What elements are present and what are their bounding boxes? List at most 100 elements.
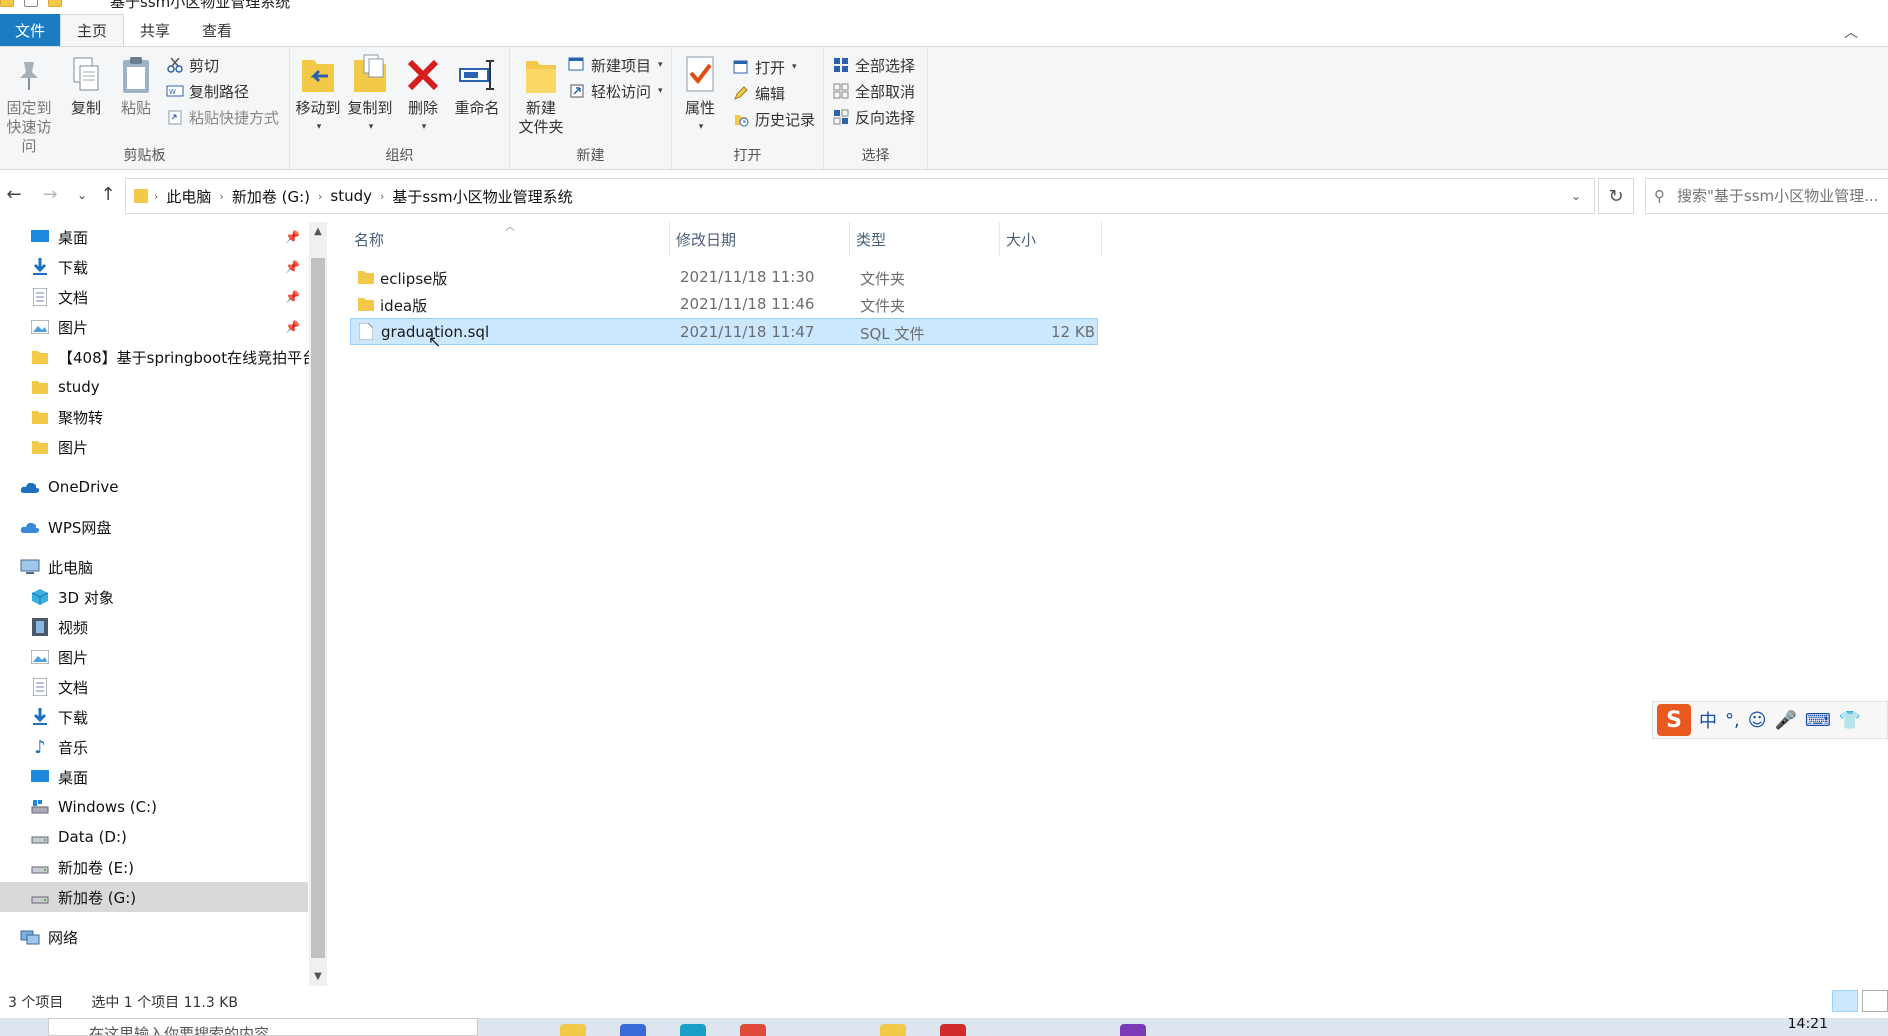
rename-button[interactable]: 重命名: [450, 53, 504, 118]
nav-item-folder[interactable]: 聚物转: [0, 402, 308, 432]
nav-item-wps-drive[interactable]: WPS网盘: [0, 512, 308, 542]
scroll-up-icon[interactable]: ▲: [309, 226, 327, 237]
breadcrumb-study[interactable]: study: [324, 187, 378, 205]
app2-taskbar-icon[interactable]: [940, 1024, 966, 1036]
select-all-button[interactable]: 全部选择: [832, 53, 915, 77]
history-button[interactable]: 历史记录: [732, 107, 815, 131]
nav-item-pictures-folder[interactable]: 图片: [0, 432, 308, 462]
nav-item-this-pc[interactable]: 此电脑: [0, 552, 308, 582]
column-header-name[interactable]: 名称: [350, 222, 670, 256]
nav-item-documents[interactable]: 文档 📌: [0, 282, 308, 312]
explorer-active-taskbar-icon[interactable]: [880, 1024, 906, 1036]
nav-item-pc-desktop[interactable]: 桌面: [0, 762, 308, 792]
paste-shortcut-button[interactable]: 粘贴快捷方式: [166, 105, 279, 129]
refresh-icon[interactable]: ↻: [1598, 178, 1634, 214]
skin-icon[interactable]: 👕: [1839, 710, 1861, 731]
tab-view[interactable]: 查看: [186, 14, 248, 46]
file-row-graduation-sql[interactable]: graduation.sql 2021/11/18 11:47 SQL 文件 1…: [350, 318, 1098, 345]
large-icons-view-icon[interactable]: [1862, 990, 1888, 1012]
windows-drive-icon: [30, 798, 50, 816]
nav-item-drive-e[interactable]: 新加卷 (E:): [0, 852, 308, 882]
group-label-clipboard: 剪贴板: [123, 148, 166, 164]
sogou-logo-icon: S: [1657, 704, 1691, 736]
nav-item-recent-folder[interactable]: 【408】基于springboot在线竞拍平台: [0, 342, 310, 372]
file-list: ︿ 名称 修改日期 类型 大小 eclipse版 2021/11/18 11:3…: [350, 222, 1888, 986]
easy-access-button[interactable]: 轻松访问 ▾: [568, 79, 663, 103]
edit-button[interactable]: 编辑: [732, 81, 785, 105]
recent-locations-chevron-icon[interactable]: ⌄: [70, 188, 94, 202]
column-header-date[interactable]: 修改日期: [672, 222, 850, 256]
nav-item-videos[interactable]: 视频: [0, 612, 308, 642]
address-dropdown-icon[interactable]: ⌄: [1558, 179, 1594, 213]
nav-item-drive-d[interactable]: Data (D:): [0, 822, 308, 852]
breadcrumb-current-folder[interactable]: 基于ssm小区物业管理系统: [386, 186, 578, 207]
new-folder-button[interactable]: 新建 文件夹: [514, 53, 568, 137]
new-item-button[interactable]: 新建项目 ▾: [568, 53, 663, 77]
nav-item-network[interactable]: 网络: [0, 922, 308, 952]
taskbar-clock[interactable]: 14:21: [1788, 1018, 1828, 1032]
scrollbar-thumb[interactable]: [311, 258, 325, 958]
properties-icon[interactable]: [24, 0, 38, 7]
chevron-up-icon[interactable]: ︿: [1844, 22, 1858, 42]
select-none-button[interactable]: 全部取消: [832, 79, 915, 103]
open-button[interactable]: 打开 ▾: [732, 55, 797, 79]
nav-item-downloads[interactable]: 下载 📌: [0, 252, 308, 282]
cut-button[interactable]: 剪切: [166, 53, 219, 77]
pin-to-quick-access-button[interactable]: 固定到 快速访问: [2, 53, 56, 156]
nav-item-pc-downloads[interactable]: 下载: [0, 702, 308, 732]
search-box[interactable]: ⚲: [1645, 178, 1888, 214]
nav-pane-scrollbar[interactable]: ▲ ▼: [309, 222, 327, 986]
punctuation-icon[interactable]: °,: [1725, 710, 1740, 731]
taskbar-search-box[interactable]: 在这里输入你要搜索的内容: [48, 1018, 478, 1036]
nav-item-music[interactable]: ♪ 音乐: [0, 732, 308, 762]
up-arrow-icon[interactable]: ↑: [96, 184, 120, 205]
properties-button[interactable]: 属性 ▾: [676, 53, 724, 137]
nav-item-3d-objects[interactable]: 3D 对象: [0, 582, 308, 612]
search-input[interactable]: [1677, 187, 1888, 205]
scroll-down-icon[interactable]: ▼: [309, 971, 327, 982]
paste-button[interactable]: 粘贴: [114, 53, 158, 118]
nav-item-drive-c[interactable]: Windows (C:): [0, 792, 308, 822]
copy-to-button[interactable]: 复制到 ▾: [346, 53, 394, 137]
pin-icon: 📌: [285, 230, 300, 244]
app-taskbar-icon[interactable]: [620, 1024, 646, 1036]
forward-arrow-icon[interactable]: →: [38, 184, 62, 205]
address-bar[interactable]: › 此电脑 › 新加卷 (G:) › study › 基于ssm小区物业管理系统…: [125, 178, 1595, 214]
file-explorer-taskbar-icon[interactable]: [560, 1024, 586, 1036]
breadcrumb-drive-g[interactable]: 新加卷 (G:): [226, 186, 316, 207]
column-header-size[interactable]: 大小: [1002, 222, 1102, 256]
new-folder-icon[interactable]: [48, 0, 62, 7]
file-type: 文件夹: [860, 297, 906, 315]
nav-item-drive-g[interactable]: 新加卷 (G:): [0, 882, 308, 912]
microphone-icon[interactable]: 🎤: [1775, 710, 1797, 731]
move-to-button[interactable]: 移动到 ▾: [294, 53, 342, 137]
back-arrow-icon[interactable]: ←: [2, 184, 26, 205]
nav-item-desktop[interactable]: 桌面 📌: [0, 222, 308, 252]
column-header-type[interactable]: 类型: [852, 222, 1000, 256]
details-view-icon[interactable]: [1832, 990, 1858, 1012]
idea-taskbar-icon[interactable]: [1120, 1024, 1146, 1036]
delete-button[interactable]: 删除 ▾: [404, 53, 442, 137]
nav-item-pictures[interactable]: 图片 📌: [0, 312, 308, 342]
file-type: SQL 文件: [860, 325, 925, 343]
invert-selection-button[interactable]: 反向选择: [832, 105, 915, 129]
file-row-eclipse[interactable]: eclipse版 2021/11/18 11:30 文件夹: [350, 264, 1098, 291]
file-row-idea[interactable]: idea版 2021/11/18 11:46 文件夹: [350, 291, 1098, 318]
copy-path-button[interactable]: W 复制路径: [166, 79, 249, 103]
keyboard-icon[interactable]: ⌨: [1805, 710, 1831, 731]
emoji-icon[interactable]: ☺: [1748, 710, 1767, 731]
breadcrumb-this-pc[interactable]: 此电脑: [160, 186, 217, 207]
browser-taskbar-icon[interactable]: [680, 1024, 706, 1036]
ime-mode-label[interactable]: 中: [1699, 707, 1717, 733]
nav-item-onedrive[interactable]: OneDrive: [0, 472, 308, 502]
tab-home[interactable]: 主页: [60, 14, 125, 46]
ime-toolbar[interactable]: S 中 °, ☺ 🎤 ⌨ 👕: [1652, 701, 1888, 739]
tab-share[interactable]: 共享: [124, 14, 186, 46]
nav-item-study[interactable]: study: [0, 372, 308, 402]
navigation-bar: ← → ⌄ ↑ › 此电脑 › 新加卷 (G:) › study › 基于ssm…: [0, 176, 1888, 216]
copy-button[interactable]: 复制: [64, 53, 108, 118]
tab-file[interactable]: 文件: [0, 14, 60, 46]
chrome-taskbar-icon[interactable]: [740, 1024, 766, 1036]
nav-item-pc-documents[interactable]: 文档: [0, 672, 308, 702]
nav-item-pc-pictures[interactable]: 图片: [0, 642, 308, 672]
